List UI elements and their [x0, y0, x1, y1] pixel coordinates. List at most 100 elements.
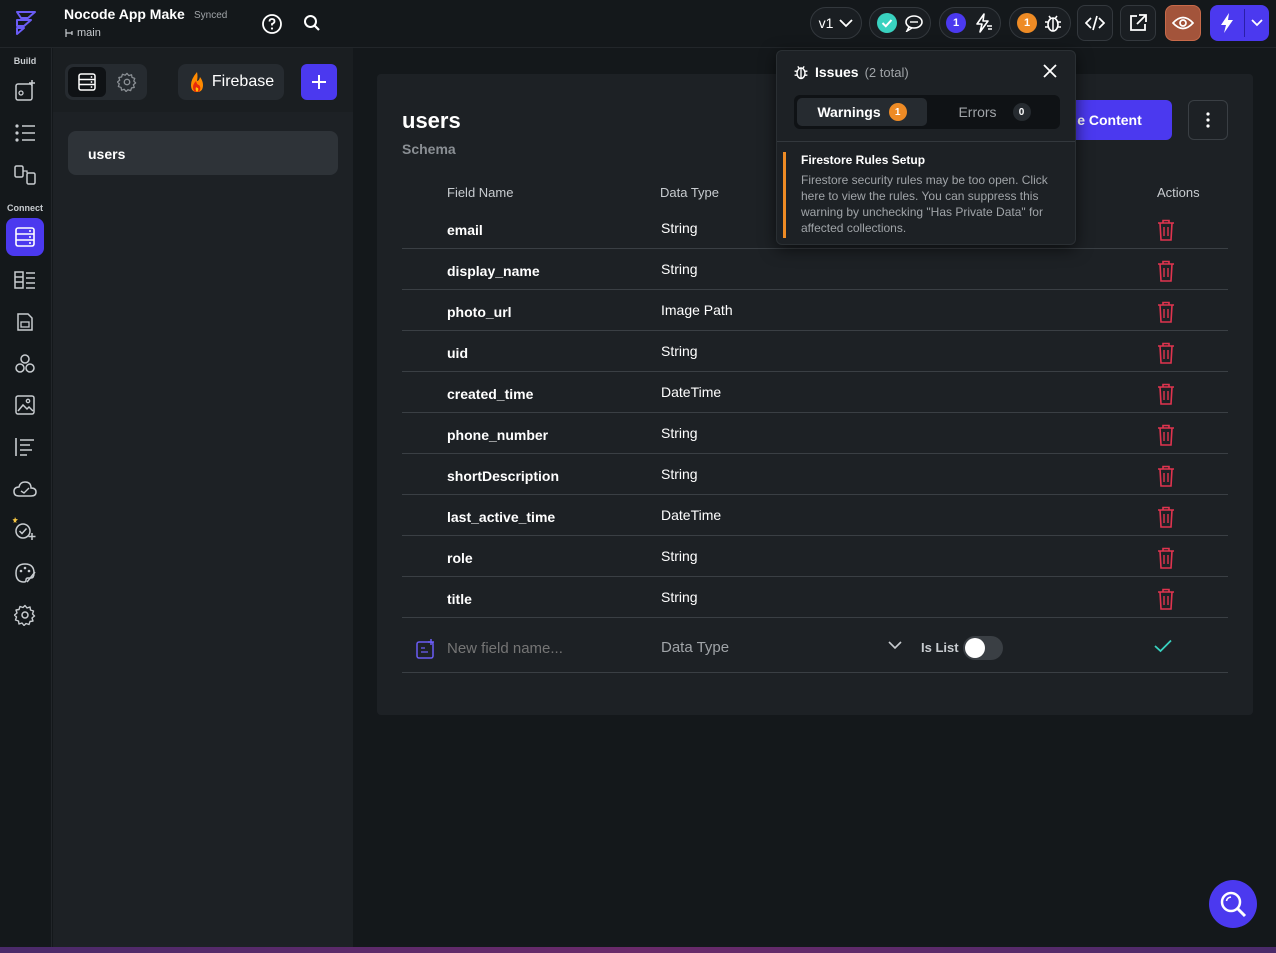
is-list-toggle[interactable] — [963, 636, 1003, 660]
field-name[interactable]: uid — [447, 345, 468, 361]
data-types-icon[interactable] — [10, 265, 40, 295]
field-type[interactable]: String — [661, 220, 698, 236]
app-title[interactable]: Nocode App Make — [64, 6, 185, 22]
tab-warnings[interactable]: Warnings 1 — [797, 98, 927, 126]
toggle-knob — [965, 638, 985, 658]
delete-icon[interactable] — [1154, 341, 1178, 365]
collections-panel: Firebase users — [53, 48, 353, 953]
field-row[interactable]: shortDescription String — [402, 454, 1228, 495]
firestore-icon[interactable] — [6, 218, 44, 256]
bolt-icon — [972, 13, 994, 33]
field-type[interactable]: String — [661, 425, 698, 441]
column-header-data-type: Data Type — [660, 185, 720, 200]
version-selector[interactable]: v1 — [810, 7, 862, 39]
search-fab-button[interactable] — [1209, 880, 1257, 928]
issues-button[interactable]: 1 — [1009, 7, 1071, 39]
settings-icon[interactable] — [10, 600, 40, 630]
field-name[interactable]: title — [447, 591, 472, 607]
api-calls-icon[interactable] — [10, 432, 40, 462]
code-view-button[interactable] — [1077, 5, 1113, 41]
more-options-button[interactable] — [1188, 100, 1228, 140]
field-name[interactable]: created_time — [447, 386, 533, 402]
chevron-down-icon — [839, 18, 854, 28]
delete-icon[interactable] — [1154, 587, 1178, 611]
check-circle-icon — [876, 12, 898, 34]
field-row[interactable]: phone_number String — [402, 413, 1228, 454]
collection-item-users[interactable]: users — [68, 131, 338, 175]
new-field-name-input[interactable] — [447, 640, 647, 657]
custom-code-icon[interactable] — [10, 349, 40, 379]
help-icon[interactable] — [260, 12, 284, 36]
delete-icon[interactable] — [1154, 423, 1178, 447]
field-row[interactable]: role String — [402, 536, 1228, 577]
field-row[interactable]: uid String — [402, 331, 1228, 372]
run-button[interactable] — [1210, 5, 1244, 41]
field-type[interactable]: Image Path — [661, 302, 733, 318]
notifications-button[interactable]: 1 — [939, 7, 1001, 39]
lightning-icon — [1220, 13, 1234, 33]
field-row[interactable]: display_name String — [402, 249, 1228, 290]
version-label: v1 — [818, 15, 834, 31]
media-assets-icon[interactable] — [10, 390, 40, 420]
search-icon — [1220, 891, 1247, 918]
run-options-button[interactable] — [1245, 5, 1269, 41]
storyboard-icon[interactable] — [10, 160, 40, 190]
delete-icon[interactable] — [1154, 218, 1178, 242]
theme-settings-icon[interactable] — [10, 558, 40, 588]
field-name[interactable]: shortDescription — [447, 468, 559, 484]
field-name[interactable]: role — [447, 550, 473, 566]
bug-icon — [1043, 13, 1063, 33]
field-type[interactable]: String — [661, 589, 698, 605]
errors-count-badge: 0 — [1012, 103, 1031, 121]
field-type[interactable]: String — [661, 466, 698, 482]
confirm-check-icon[interactable] — [1154, 639, 1172, 653]
delete-icon[interactable] — [1154, 505, 1178, 529]
delete-icon[interactable] — [1154, 464, 1178, 488]
firebase-flame-icon — [188, 71, 206, 93]
field-type[interactable]: DateTime — [661, 384, 721, 400]
field-row[interactable]: title String — [402, 577, 1228, 618]
cloud-functions-icon[interactable] — [10, 474, 40, 504]
field-row[interactable]: created_time DateTime — [402, 372, 1228, 413]
delete-icon[interactable] — [1154, 259, 1178, 283]
field-name[interactable]: photo_url — [447, 304, 512, 320]
delete-icon[interactable] — [1154, 546, 1178, 570]
tab-errors[interactable]: Errors 0 — [932, 98, 1057, 126]
search-icon[interactable] — [300, 11, 324, 35]
issues-header: Issues (2 total) — [793, 64, 909, 80]
agents-icon[interactable] — [10, 514, 40, 544]
add-page-icon[interactable] — [10, 76, 40, 106]
field-row[interactable]: last_active_time DateTime — [402, 495, 1228, 536]
app-logo-icon[interactable] — [12, 8, 40, 36]
field-name[interactable]: email — [447, 222, 483, 238]
divider — [777, 141, 1075, 142]
column-header-field-name: Field Name — [447, 185, 514, 200]
field-name[interactable]: display_name — [447, 263, 540, 279]
field-type[interactable]: String — [661, 261, 698, 277]
preview-button[interactable] — [1165, 5, 1201, 41]
field-name[interactable]: phone_number — [447, 427, 548, 443]
field-type[interactable]: String — [661, 343, 698, 359]
firestore-settings-button[interactable] — [109, 67, 145, 97]
warning-item[interactable]: Firestore Rules Setup Firestore security… — [783, 152, 1071, 238]
close-icon[interactable] — [1043, 64, 1057, 78]
open-external-button[interactable] — [1120, 5, 1156, 41]
schema-subtitle: Schema — [402, 141, 456, 157]
branch-selector[interactable]: main — [64, 27, 101, 39]
comments-icon — [904, 14, 924, 32]
add-collection-button[interactable] — [301, 64, 337, 100]
firebase-button[interactable]: Firebase — [178, 64, 284, 100]
field-row[interactable]: photo_url Image Path — [402, 290, 1228, 331]
status-comments-button[interactable] — [869, 7, 931, 39]
app-state-icon[interactable] — [10, 307, 40, 337]
connect-section-label: Connect — [7, 203, 43, 213]
field-name[interactable]: last_active_time — [447, 509, 555, 525]
database-view-button[interactable] — [68, 67, 106, 97]
new-field-type-select[interactable]: Data Type — [661, 639, 729, 656]
delete-icon[interactable] — [1154, 300, 1178, 324]
field-type[interactable]: DateTime — [661, 507, 721, 523]
delete-icon[interactable] — [1154, 382, 1178, 406]
widget-tree-icon[interactable] — [10, 118, 40, 148]
field-type[interactable]: String — [661, 548, 698, 564]
chevron-down-icon[interactable] — [888, 641, 902, 650]
